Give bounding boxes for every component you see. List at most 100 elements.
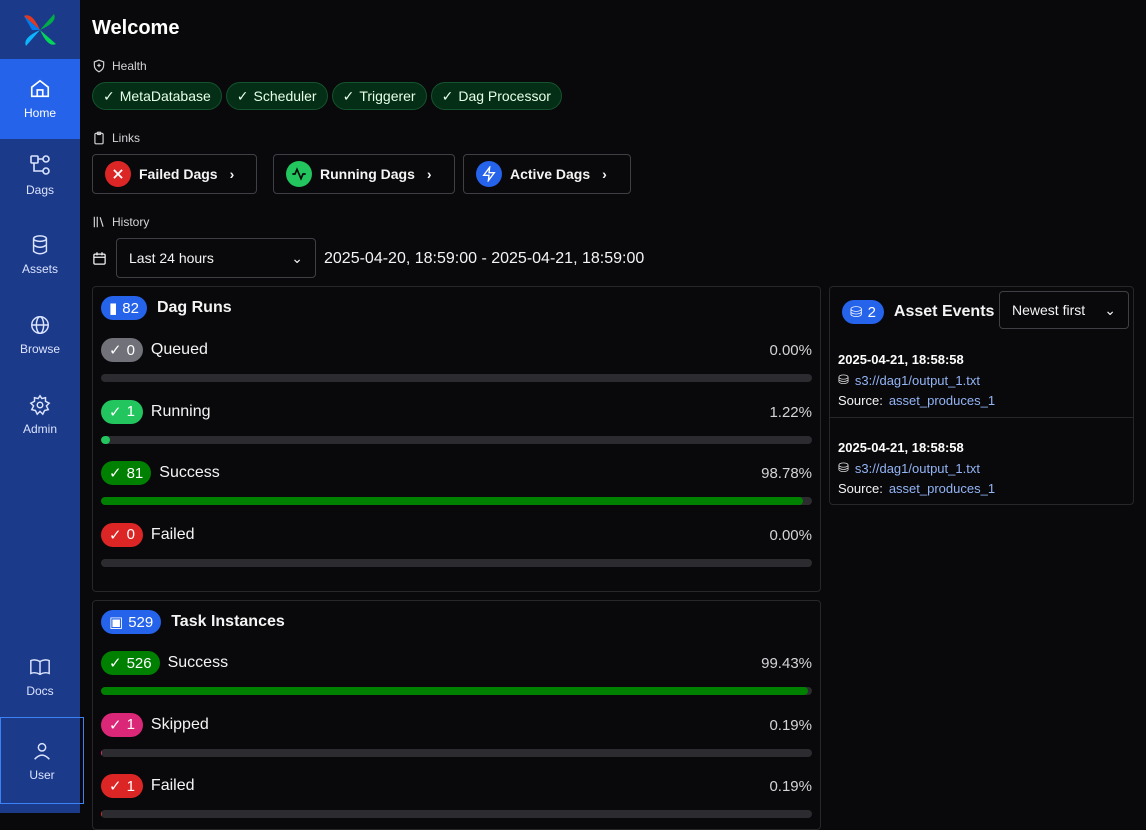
asset-uri-link[interactable]: s3://dag1/output_1.txt	[855, 373, 980, 388]
task-instances-header: ▣ 529 Task Instances	[101, 610, 285, 634]
status-label-group: ✓ 1 Skipped	[101, 712, 209, 737]
user-icon	[34, 742, 50, 760]
progress-fill	[101, 687, 808, 695]
sidebar-item-home[interactable]: Home	[0, 59, 80, 139]
source-label: Source:	[838, 393, 883, 408]
chevron-right-icon: ›	[602, 166, 607, 182]
time-range-value: Last 24 hours	[129, 250, 214, 266]
status-label: Failed	[150, 777, 195, 794]
failed-dags-button[interactable]: Failed Dags ›	[92, 154, 257, 194]
sidebar-item-assets[interactable]: Assets	[0, 234, 80, 284]
status-percent: 0.19%	[769, 716, 812, 734]
health-label: Health	[112, 59, 147, 73]
progress-track	[101, 497, 812, 505]
status-count-badge[interactable]: ✓ 81	[101, 461, 152, 485]
dag-runs-total: 82	[122, 299, 139, 317]
progress-track	[101, 435, 812, 444]
failed-dags-label: Failed Dags	[139, 166, 218, 182]
status-icon: ✓	[109, 403, 122, 421]
health-chip-label: Triggerer	[359, 88, 416, 104]
check-icon: ✓	[103, 87, 115, 104]
check-icon: ✓	[342, 87, 355, 104]
task-instances-title: Task Instances	[171, 613, 285, 630]
status-count-badge[interactable]: ✓ 526	[101, 651, 160, 675]
dag-runs-count-badge[interactable]: ▮ 82	[101, 296, 147, 320]
gear-icon	[29, 394, 51, 416]
check-icon: ✓	[236, 87, 249, 104]
sort-value: Newest first	[1012, 302, 1086, 318]
source-link[interactable]: asset_produces_1	[889, 481, 995, 496]
active-dags-button[interactable]: Active Dags ›	[463, 154, 631, 194]
links-section-label: Links	[92, 131, 140, 145]
calendar-icon	[93, 252, 106, 265]
page-title: Welcome	[92, 17, 180, 39]
health-chip-label: MetaDatabase	[119, 88, 211, 104]
asset-uri-link[interactable]: s3://dag1/output_1.txt	[855, 461, 980, 476]
sidebar-item-admin[interactable]: Admin	[0, 394, 80, 444]
clipboard-icon	[94, 131, 104, 145]
activity-icon	[286, 161, 312, 187]
health-chip-metadatabase: ✓ MetaDatabase	[92, 82, 222, 110]
sidebar-item-label: Admin	[22, 422, 57, 436]
sidebar-item-label: User	[29, 767, 55, 782]
divider	[830, 417, 1133, 418]
event-timestamp: 2025-04-21, 18:58:58	[838, 440, 964, 455]
asset-event-item: 2025-04-21, 18:58:58 ⛁ s3://dag1/output_1…	[830, 352, 1133, 408]
source-label: Source:	[838, 481, 883, 496]
health-chip-label: Dag Processor	[458, 88, 551, 104]
source-link[interactable]: asset_produces_1	[889, 393, 995, 408]
status-percent: 0.00%	[769, 526, 812, 544]
status-label-group: ✓ 526 Success	[101, 651, 228, 675]
progress-fill	[101, 810, 103, 818]
progress-fill	[101, 748, 103, 757]
health-chip-label: Scheduler	[253, 88, 317, 104]
time-range-select[interactable]: Last 24 hours ⌄	[116, 238, 316, 278]
dags-icon	[30, 155, 50, 175]
asset-events-header: ⛁ 2 Asset Events	[842, 300, 994, 324]
status-count: 526	[126, 654, 152, 672]
status-count: 0	[126, 341, 135, 359]
status-icon: ✓	[109, 778, 122, 795]
database-icon: ⛁	[838, 372, 849, 387]
status-count: 81	[126, 464, 144, 482]
status-count: 1	[126, 716, 135, 733]
sidebar-item-label: Dags	[25, 183, 54, 197]
status-count-badge[interactable]: ✓ 1	[101, 399, 143, 424]
asset-events-count-badge: ⛁ 2	[842, 300, 884, 324]
status-icon: ✓	[109, 655, 122, 672]
main-content: Welcome Health ✓ MetaDatabase ✓ Scheduler …	[92, 0, 1138, 830]
status-icon: ✓	[109, 526, 122, 544]
status-label: Failed	[150, 525, 195, 543]
running-dags-button[interactable]: Running Dags ›	[273, 154, 455, 194]
history-label: History	[112, 215, 150, 229]
sidebar-item-label: Docs	[26, 684, 54, 698]
status-count-badge[interactable]: ✓ 0	[101, 338, 143, 362]
task-instances-count-badge[interactable]: ▣ 529	[101, 610, 162, 634]
status-count-badge[interactable]: ✓ 0	[101, 522, 143, 547]
status-count-badge[interactable]: ✓ 1	[101, 774, 143, 798]
sidebar-item-dags[interactable]: Dags	[0, 153, 80, 209]
sort-select[interactable]: Newest first ⌄	[999, 291, 1129, 329]
sidebar-item-label: Home	[23, 106, 56, 120]
home-icon	[30, 79, 50, 98]
sidebar-item-label: Assets	[21, 262, 58, 276]
status-label: Queued	[150, 341, 208, 358]
event-timestamp: 2025-04-21, 18:58:58	[838, 352, 964, 367]
status-count-badge[interactable]: ✓ 1	[101, 712, 143, 737]
sidebar-item-docs[interactable]: Docs	[0, 656, 80, 706]
airflow-logo[interactable]	[20, 10, 60, 50]
sidebar-item-user[interactable]: User	[0, 717, 84, 804]
status-count: 1	[126, 403, 135, 420]
status-label: Success	[159, 464, 220, 481]
status-label-group: ✓ 1 Running	[101, 399, 211, 424]
dag-runs-title: Dag Runs	[156, 299, 232, 316]
health-chip-scheduler: ✓ Scheduler	[225, 82, 328, 110]
chevron-down-icon: ⌄	[1104, 301, 1116, 318]
health-section-label: Health	[92, 59, 147, 73]
sidebar-item-browse[interactable]: Browse	[0, 314, 80, 364]
dag-runs-header: ▮ 82 Dag Runs	[101, 296, 232, 320]
check-icon: ✓	[441, 87, 454, 104]
asset-events-title: Asset Events	[893, 303, 995, 320]
status-label-group: ✓ 81 Success	[101, 461, 220, 485]
status-percent: 99.43%	[761, 655, 812, 672]
